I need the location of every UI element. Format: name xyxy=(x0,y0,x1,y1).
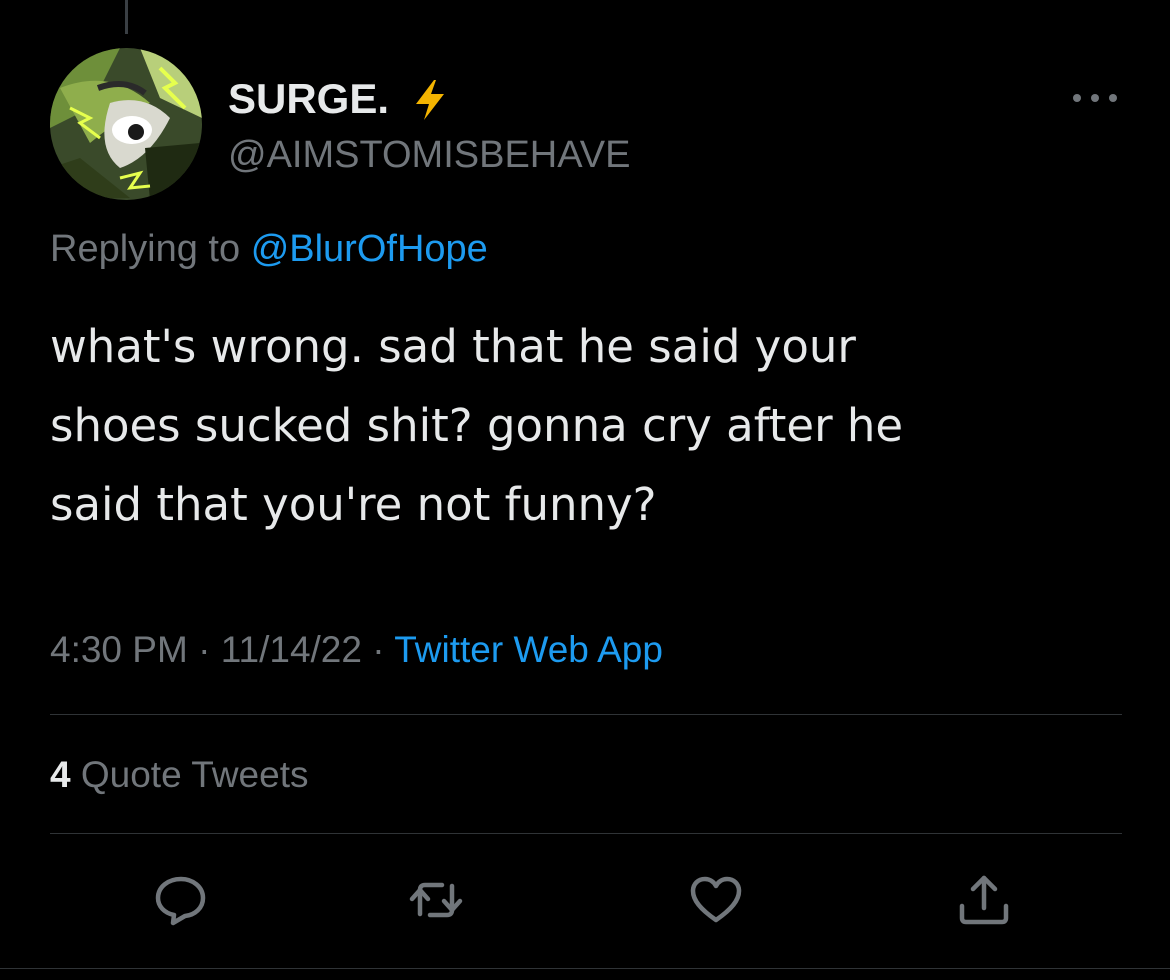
author-display-name[interactable]: SURGE. xyxy=(228,76,389,122)
divider xyxy=(50,714,1122,715)
retweet-icon xyxy=(409,882,463,918)
quote-tweets-stat[interactable]: 4 Quote Tweets xyxy=(50,753,308,797)
more-options-icon[interactable] xyxy=(1068,88,1122,108)
thread-connector-line xyxy=(125,0,128,34)
divider xyxy=(50,833,1122,834)
tweet-source-link[interactable]: Twitter Web App xyxy=(394,629,663,670)
heart-icon xyxy=(690,876,742,923)
tweet-date-link[interactable]: 11/14/22 xyxy=(221,629,362,670)
tweet-text: what's wrong. sad that he said your shoe… xyxy=(50,320,904,531)
reply-button[interactable] xyxy=(151,870,211,930)
tweet-time-link[interactable]: 4:30 PM xyxy=(50,629,188,670)
avatar-image xyxy=(50,48,202,200)
replying-to-prefix: Replying to xyxy=(50,228,241,270)
lightning-bolt-icon xyxy=(416,80,444,120)
quote-tweets-label: Quote Tweets xyxy=(80,754,309,795)
reply-icon xyxy=(155,876,206,926)
replying-to-mention-link[interactable]: @BlurOfHope xyxy=(251,228,488,270)
tweet-metadata: 4:30 PM · 11/14/22 · Twitter Web App xyxy=(50,627,663,673)
share-icon xyxy=(959,875,1009,925)
author-handle[interactable]: @AIMSTOMISBEHAVE xyxy=(228,134,630,176)
bottom-divider xyxy=(0,968,1170,969)
retweet-button[interactable] xyxy=(406,870,466,930)
replying-to-line: Replying to @BlurOfHope xyxy=(50,227,488,271)
meta-separator: · xyxy=(372,629,385,670)
meta-separator: · xyxy=(198,629,211,670)
avatar[interactable] xyxy=(50,48,202,200)
like-button[interactable] xyxy=(686,870,746,930)
share-button[interactable] xyxy=(954,870,1014,930)
quote-tweets-count: 4 xyxy=(50,754,71,795)
